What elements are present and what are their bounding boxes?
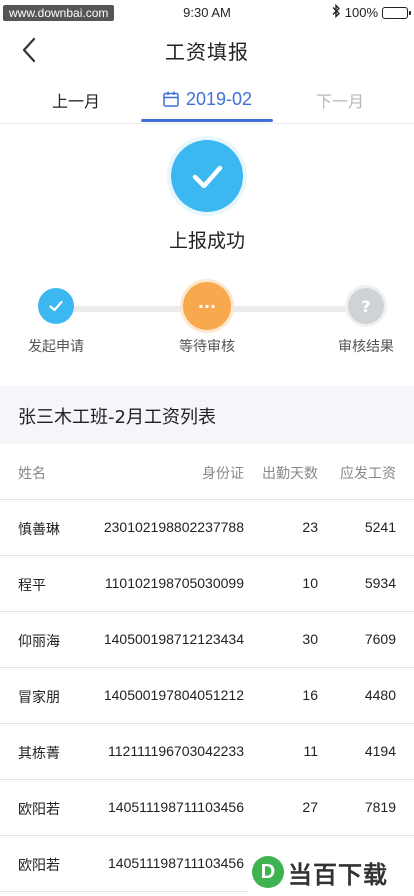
- result-section: 上报成功: [0, 140, 414, 253]
- cell-id: 110102198705030099: [104, 575, 244, 591]
- table-row[interactable]: 其栋菁 112111196703042233 11 4194: [0, 724, 414, 780]
- cell-pay: 7609: [364, 631, 396, 647]
- bluetooth-icon: [331, 3, 341, 21]
- cell-pay: 7819: [364, 799, 396, 815]
- table-row[interactable]: 冒家朋 140500197804051212 16 4480: [0, 668, 414, 724]
- cell-days: 10: [302, 575, 318, 591]
- step-more-icon: ···: [183, 282, 231, 330]
- result-text: 上报成功: [168, 230, 245, 252]
- next-month-tab[interactable]: 下一月: [316, 88, 364, 112]
- cell-id: 140500198712123434: [103, 631, 244, 647]
- corner-logo: D 当百下载: [248, 848, 414, 896]
- table-header-row: 姓名 身份证 出勤天数 应发工资: [0, 444, 414, 500]
- cell-name: 程平: [18, 578, 46, 594]
- column-header-pay: 应发工资: [340, 466, 396, 482]
- cell-pay: 5934: [364, 575, 396, 591]
- cell-name: 欧阳若: [18, 858, 60, 874]
- cell-name: 慎善琳: [18, 522, 60, 538]
- calendar-icon: [162, 90, 180, 108]
- step-submitted: 发起申请: [6, 282, 106, 356]
- prev-month-tab[interactable]: 上一月: [52, 88, 100, 112]
- table-row[interactable]: 慎善琳 230102198802237788 23 5241: [0, 500, 414, 556]
- cell-id: 140500197804051212: [103, 687, 244, 703]
- logo-mark: D: [252, 856, 284, 888]
- cell-name: 仰丽海: [18, 634, 60, 650]
- cell-name: 欧阳若: [18, 802, 60, 818]
- step-waiting: ··· 等待审核: [157, 282, 257, 356]
- cell-id: 230102198802237788: [103, 519, 244, 535]
- status-indicators: 100%: [331, 3, 411, 21]
- status-bar: www.downbai.com 9:30 AM 100%: [0, 0, 414, 26]
- cell-pay: 5241: [364, 519, 396, 535]
- cell-name: 其栋菁: [18, 746, 60, 762]
- page-title: 工资填报: [165, 40, 249, 64]
- progress-steps: 发起申请 ··· 等待审核 ? 审核结果: [0, 282, 414, 372]
- cell-pay: 4194: [364, 743, 396, 759]
- current-month-tab[interactable]: 2019-02: [141, 74, 273, 124]
- battery-percent: 100%: [344, 5, 378, 20]
- step-label: 审核结果: [338, 339, 394, 355]
- salary-table: 姓名 身份证 出勤天数 应发工资 慎善琳 230102198802237788 23…: [0, 444, 414, 892]
- table-row[interactable]: 欧阳若 140511198711103456 27 7819: [0, 780, 414, 836]
- cell-pay: 4480: [364, 687, 396, 703]
- cell-days: 16: [302, 687, 318, 703]
- cell-days: 23: [302, 519, 318, 535]
- column-header-id: 身份证: [202, 466, 244, 482]
- cell-days: 11: [303, 743, 318, 759]
- nav-bar: 工资填报: [0, 26, 414, 74]
- battery-icon: [382, 6, 411, 19]
- cell-id: 140511198711103456: [108, 855, 244, 871]
- list-title: 张三木工班-2月工资列表: [18, 407, 216, 428]
- cell-id: 140511198711103456: [108, 799, 244, 815]
- cell-id: 112111196703042233: [108, 743, 244, 759]
- step-result: ? 审核结果: [316, 282, 414, 356]
- month-tabs: 上一月 2019-02 下一月: [0, 74, 414, 124]
- step-label: 等待审核: [179, 339, 235, 355]
- step-label: 发起申请: [28, 339, 84, 355]
- column-header-name: 姓名: [18, 466, 46, 482]
- table-row[interactable]: 仰丽海 140500198712123434 30 7609: [0, 612, 414, 668]
- column-header-days: 出勤天数: [262, 466, 318, 482]
- logo-text: 当百下载: [288, 860, 388, 889]
- current-month-label: 2019-02: [185, 88, 253, 109]
- active-tab-indicator: [141, 119, 273, 122]
- cell-days: 27: [302, 799, 318, 815]
- cell-name: 冒家朋: [18, 690, 60, 706]
- cell-days: 30: [302, 631, 318, 647]
- step-check-icon: [38, 288, 74, 324]
- table-row[interactable]: 程平 110102198705030099 10 5934: [0, 556, 414, 612]
- list-header: 张三木工班-2月工资列表: [0, 386, 414, 444]
- success-check-icon: [171, 140, 243, 212]
- step-question-icon: ?: [348, 288, 384, 324]
